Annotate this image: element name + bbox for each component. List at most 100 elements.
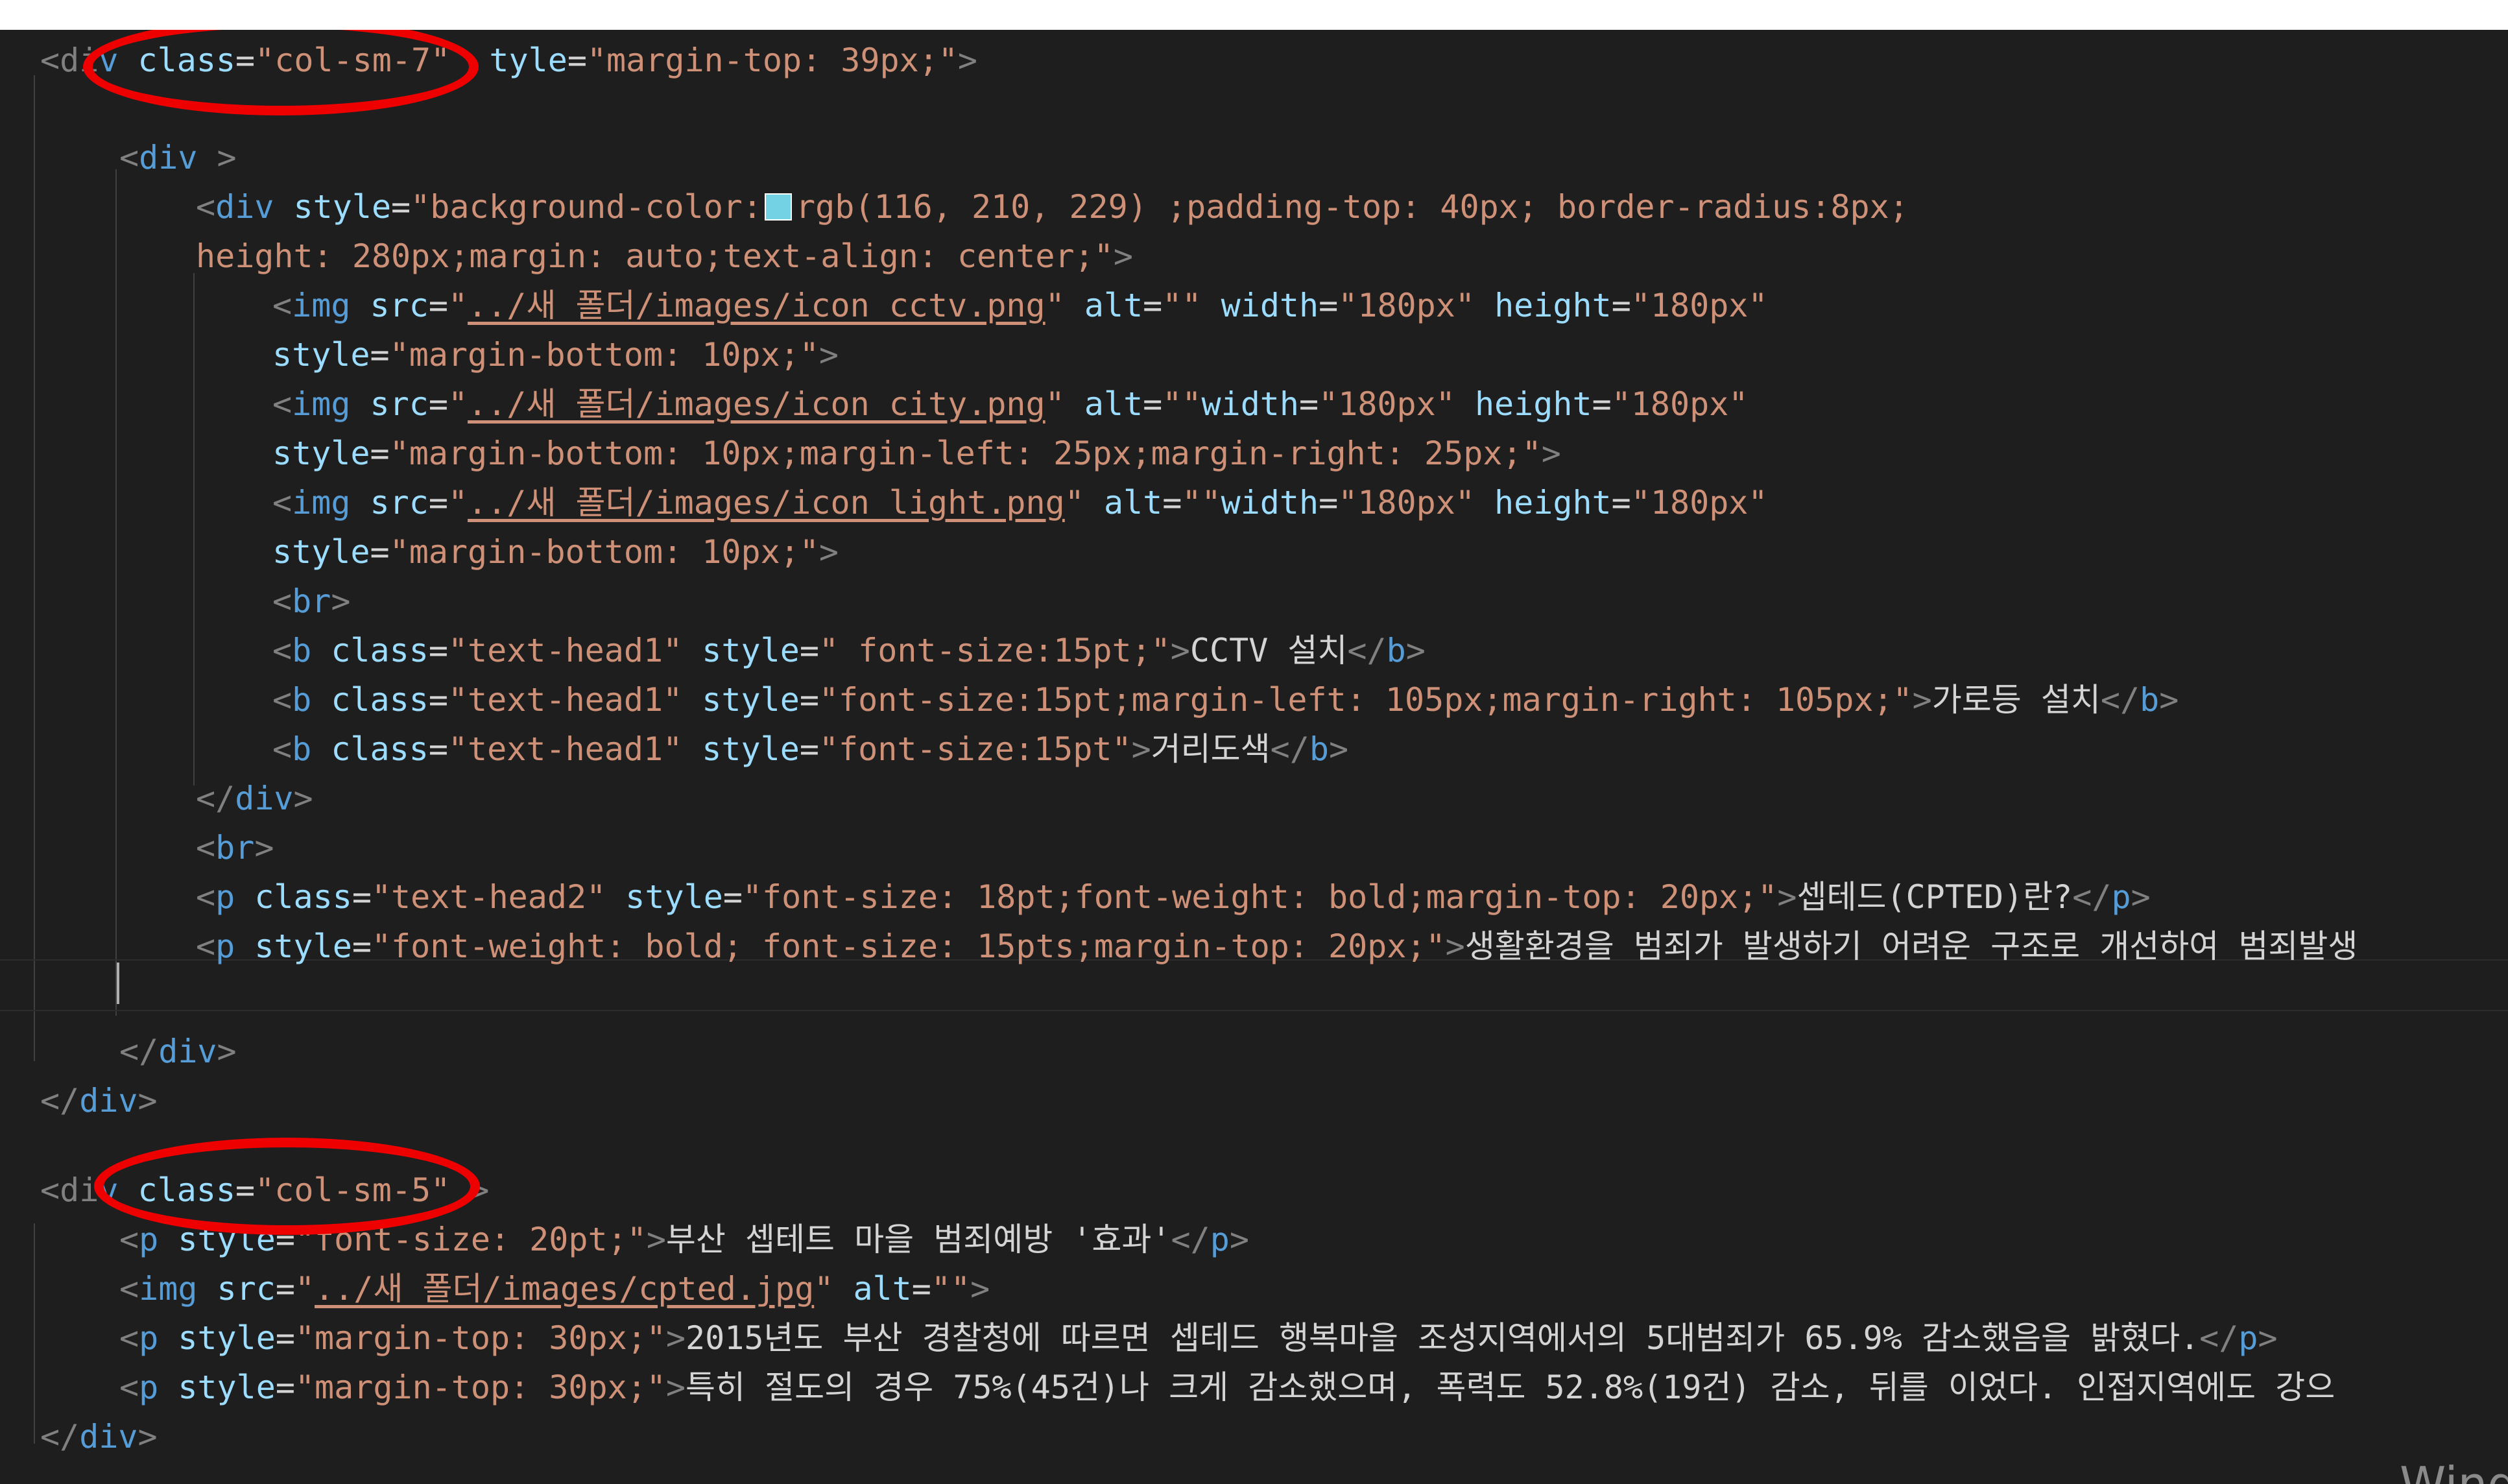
- token-tag: >: [197, 139, 237, 176]
- token-equals: =: [275, 1369, 295, 1406]
- token-tag: >: [1113, 237, 1133, 275]
- code-line[interactable]: <img src="../새 폴더/images/cpted.jpg" alt=…: [119, 1266, 990, 1311]
- token-equals: =: [567, 42, 587, 79]
- token-tag-name: p: [139, 1319, 159, 1357]
- token-attr-value: "font-weight: bold; font-size: 15pts;mar…: [371, 928, 1446, 965]
- token-equals: =: [352, 928, 372, 965]
- token-attr-value: "margin-bottom: 10px;": [389, 336, 819, 374]
- token-attr-value: "margin-bottom: 10px;": [389, 533, 819, 571]
- code-line[interactable]: <p style="margin-top: 30px;">특히 절도의 경우 7…: [119, 1365, 2335, 1410]
- token-attr-value: ": [448, 287, 468, 324]
- indent-guide: [34, 1223, 35, 1444]
- token-attr-value: "180px": [1338, 287, 1475, 324]
- code-line[interactable]: <br>: [196, 825, 274, 870]
- token-tag: </: [2199, 1319, 2239, 1357]
- token-equals: =: [352, 878, 372, 916]
- token-tag: </: [2072, 878, 2112, 916]
- token-equals: =: [1592, 385, 1612, 423]
- token-attr-value: ": [1064, 484, 1084, 521]
- token-attr-value: "": [1162, 385, 1202, 423]
- token-attr-value: "180px": [1611, 385, 1749, 423]
- token-attr-name: style: [272, 336, 370, 374]
- token-equals: =: [370, 435, 390, 472]
- code-line[interactable]: </div>: [40, 1078, 158, 1123]
- code-line[interactable]: <p style="font-weight: bold; font-size: …: [196, 924, 2358, 969]
- token-tag-name: img: [139, 1270, 198, 1308]
- token-equals: =: [1611, 287, 1631, 324]
- token-attr-name: height: [1494, 287, 1612, 324]
- token-tag: >: [957, 42, 977, 79]
- link-path[interactable]: ../새 폴더/images/icon_cctv.png: [468, 287, 1045, 324]
- token-attr-name: style: [702, 681, 800, 719]
- code-line[interactable]: <br>: [272, 579, 350, 624]
- token-tag: <: [119, 1319, 139, 1357]
- windows-activation-watermark: Wind: [2400, 1457, 2508, 1484]
- code-line[interactable]: height: 280px;margin: auto;text-align: c…: [196, 233, 1133, 279]
- code-line[interactable]: </div>: [119, 1029, 237, 1074]
- token-attr-value: " font-size:15pt;": [818, 632, 1171, 669]
- token-tag: <di: [40, 1171, 99, 1209]
- indent-guide: [115, 169, 117, 1016]
- token-equals: =: [799, 632, 819, 669]
- token-attr-name: alt: [1103, 484, 1163, 521]
- token-tag: >: [137, 1418, 158, 1455]
- token-attr-name: style: [293, 188, 392, 226]
- token-tag: <: [119, 1270, 139, 1308]
- token-attr-name: class: [331, 681, 429, 719]
- token-tag: >: [137, 1082, 158, 1119]
- color-swatch[interactable]: [765, 193, 793, 221]
- link-path[interactable]: ../새 폴더/images/icon_light.png: [468, 484, 1065, 521]
- token-equals: =: [1319, 287, 1339, 324]
- token-tag-name: p: [215, 878, 235, 916]
- token-tag-name: b: [1386, 632, 1406, 669]
- token-attr-value: "margin-top: 39px;": [586, 42, 958, 79]
- code-line[interactable]: <img src="../새 폴더/images/icon_cctv.png" …: [272, 283, 1768, 328]
- token-text: 가로등 설치: [1931, 681, 2101, 719]
- token-tag: <: [196, 829, 216, 867]
- token-tag: >: [331, 582, 351, 620]
- token-tag: >: [1405, 632, 1426, 669]
- code-line[interactable]: </div>: [40, 1414, 158, 1459]
- token-tag: >: [818, 533, 839, 571]
- token-text: 생활환경을 범죄가 발생하기 어려운 구조로 개선하여 범죄발생: [1464, 928, 2358, 965]
- token-attr-value: ": [1045, 385, 1065, 423]
- token-attr-value: "text-head1": [448, 730, 683, 768]
- code-line[interactable]: </div>: [196, 776, 313, 821]
- token-tag: </: [119, 1033, 159, 1070]
- token-attr-value: "text-head2": [371, 878, 606, 916]
- token-equals: =: [391, 188, 411, 226]
- code-line[interactable]: <img src="../새 폴더/images/icon_light.png"…: [272, 480, 1768, 525]
- token-equals: =: [799, 681, 819, 719]
- indent-guide: [34, 75, 35, 1061]
- code-line[interactable]: <div >: [119, 135, 237, 180]
- code-line[interactable]: <p class="text-head2" style="font-size: …: [196, 874, 2151, 920]
- link-path[interactable]: ../새 폴더/images/cpted.jpg: [315, 1270, 814, 1308]
- token-tag: <: [272, 287, 293, 324]
- code-line[interactable]: <b class="text-head1" style="font-size:1…: [272, 677, 2179, 723]
- token-attr-value: "background-color:: [411, 188, 763, 226]
- token-equals: =: [1162, 484, 1182, 521]
- token-attr-value: ": [814, 1270, 834, 1308]
- code-line[interactable]: <b class="text-head1" style=" font-size:…: [272, 628, 1426, 673]
- code-line[interactable]: <div style="background-color: rgb(116, 21…: [196, 184, 1909, 230]
- code-editor[interactable]: <div class="col-sm-7" tyle="margin-top: …: [0, 30, 2508, 1484]
- token-attr-name: style: [272, 533, 370, 571]
- token-attr-value: rgb(116, 210, 229) ;padding-top: 40px; b…: [796, 188, 1909, 226]
- token-equals: =: [799, 730, 819, 768]
- token-attr-name: height: [1474, 385, 1592, 423]
- code-line[interactable]: <img src="../새 폴더/images/icon_city.png" …: [272, 381, 1748, 427]
- code-line[interactable]: style="margin-bottom: 10px;margin-left: …: [272, 431, 1561, 476]
- token-tag: </: [1171, 1221, 1210, 1258]
- link-path[interactable]: ../새 폴더/images/icon_city.png: [468, 385, 1045, 423]
- token-text: 부산 셉테트 마을 범죄예방 '효과': [665, 1221, 1171, 1258]
- code-line[interactable]: style="margin-bottom: 10px;">: [272, 332, 839, 377]
- token-tag-name: p: [1210, 1221, 1230, 1258]
- code-line[interactable]: style="margin-bottom: 10px;">: [272, 529, 839, 575]
- token-tag-name: img: [292, 385, 351, 423]
- token-tag-name: div: [79, 1418, 138, 1455]
- code-line[interactable]: <b class="text-head1" style="font-size:1…: [272, 726, 1348, 772]
- token-tag-name: img: [292, 287, 351, 324]
- code-line[interactable]: <p style="margin-top: 30px;">2015년도 부산 경…: [119, 1315, 2278, 1361]
- token-attr-value: ": [448, 484, 468, 521]
- token-attr-value: "font-size:15pt;margin-left: 105px;margi…: [818, 681, 1913, 719]
